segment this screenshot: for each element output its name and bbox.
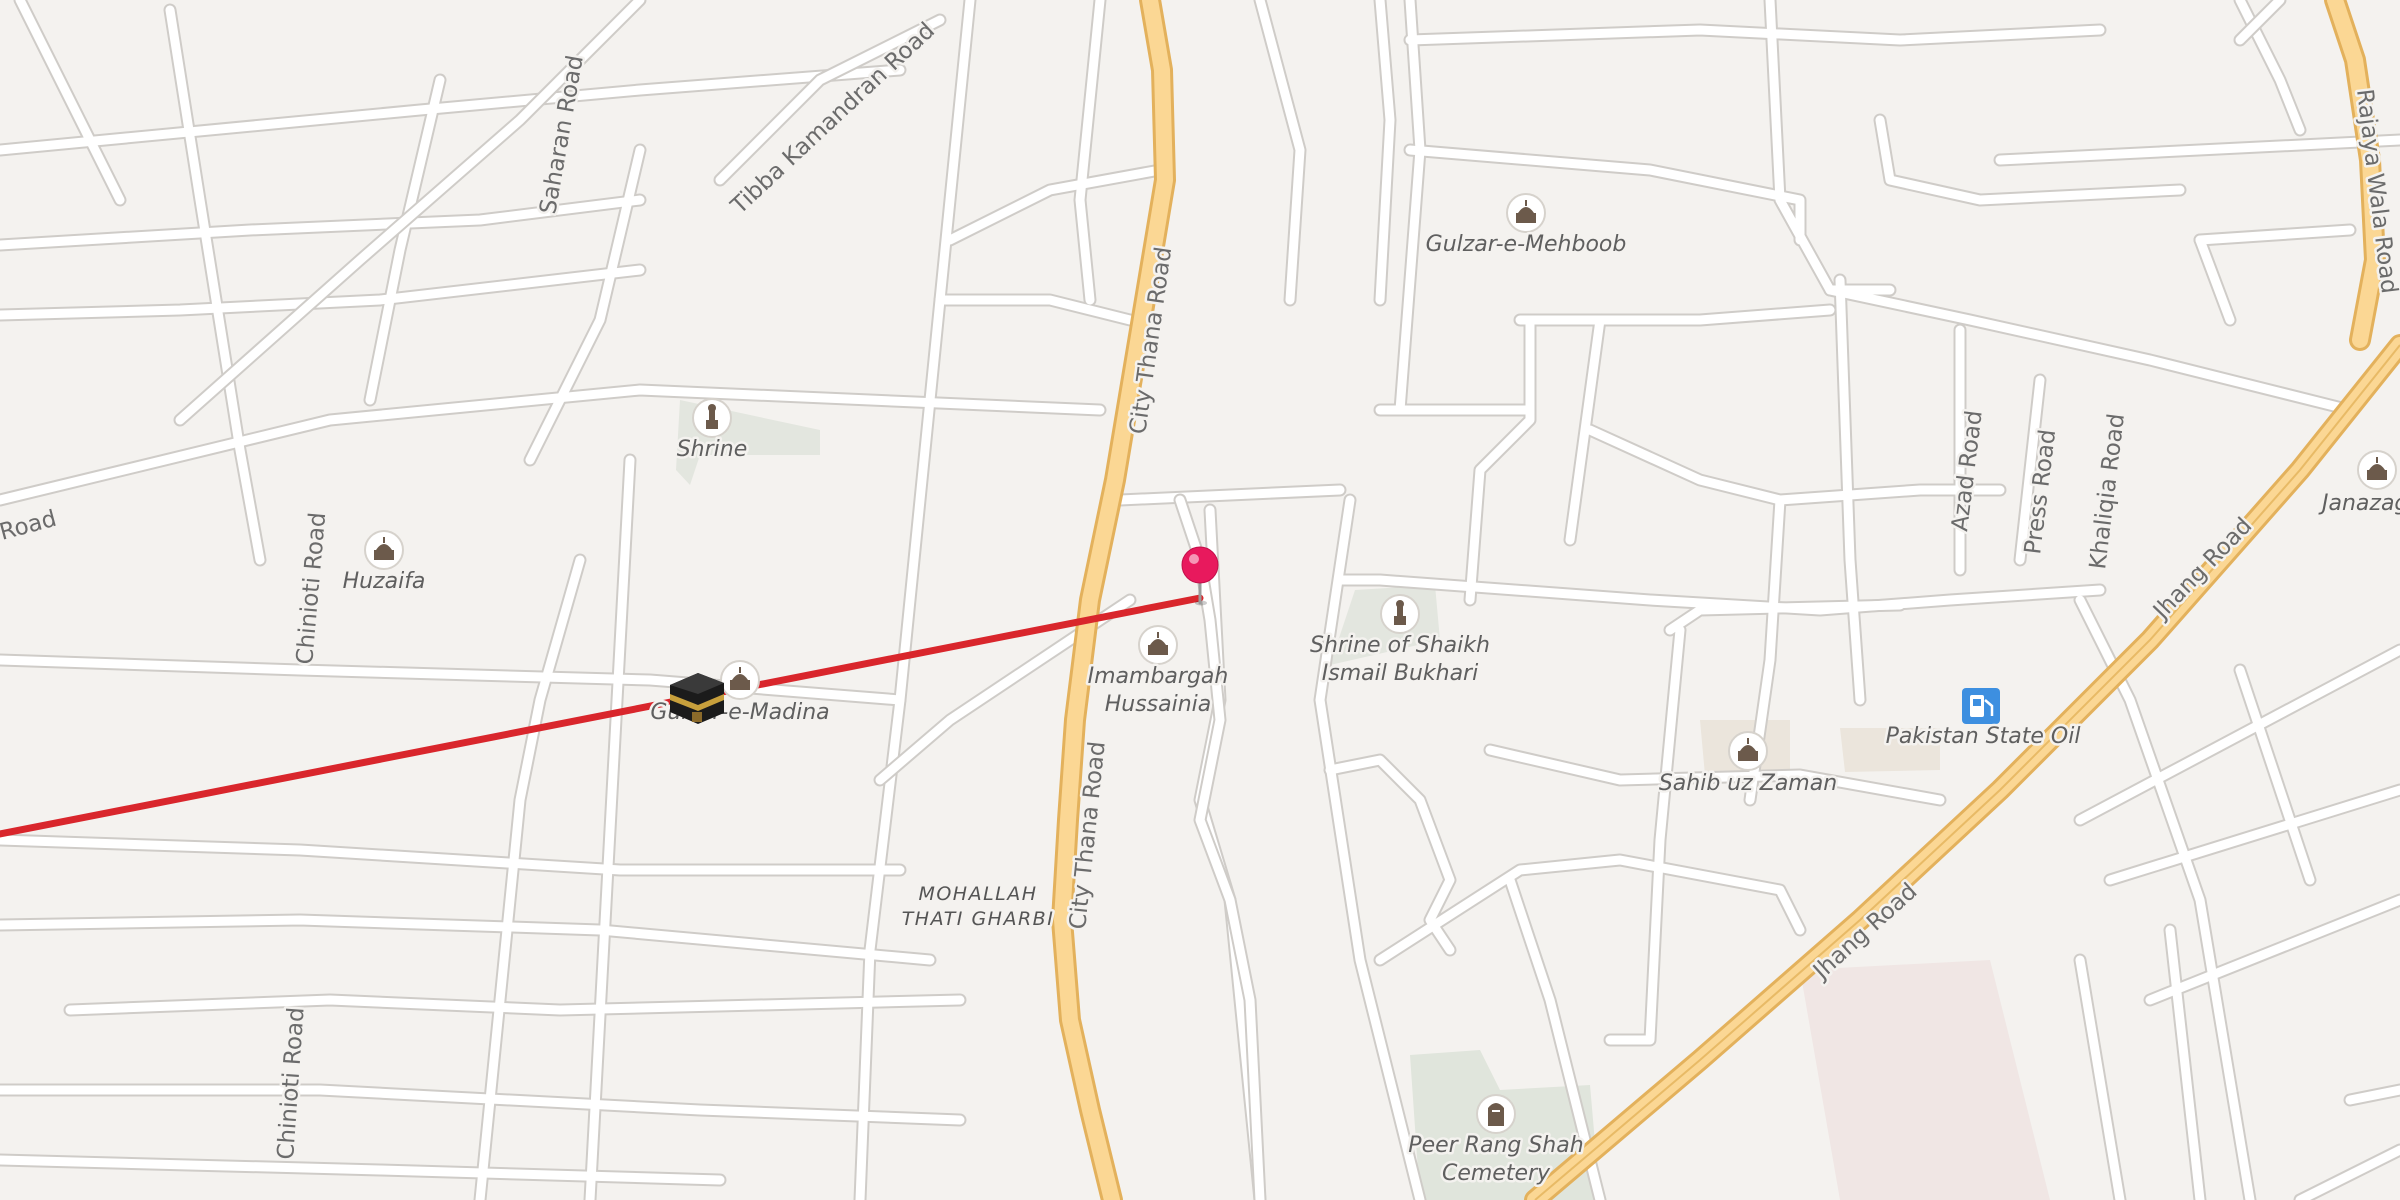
poi-label-line1: Shrine of Shaikh [1310, 633, 1490, 658]
rajaya-wala-road-label: Rajaya Wala Road [2351, 88, 2400, 296]
azad-road-label: Azad Road [1947, 409, 1988, 533]
poi-label: Shrine [677, 437, 748, 462]
poi-label: Sahib uz Zaman [1659, 771, 1837, 796]
poi-label: Janazag [2318, 491, 2400, 516]
poi-label-line2: Hussainia [1105, 692, 1212, 717]
cemetery-icon [1488, 1103, 1504, 1126]
map-view[interactable]: Saharan Road Tibba Kamandran Road City T… [0, 0, 2400, 1200]
poi-gulzar-e-mehboob[interactable]: Gulzar-e-Mehboob [1423, 193, 1629, 260]
left-road-fragment-label: Road [0, 506, 59, 546]
poi-huzaifa[interactable]: Huzaifa [340, 530, 428, 597]
poi-label: Huzaifa [343, 569, 426, 594]
poi-label-line2: Cemetery [1442, 1161, 1551, 1186]
chinioti-road-label-north: Chinioti Road [292, 511, 331, 665]
area-label-line1: MOHALLAH [918, 883, 1037, 905]
khaliqia-road-label: Khaliqia Road [2085, 412, 2130, 571]
area-label-mohallah-thati-gharbi: MOHALLAH THATI GHARBI [899, 881, 1055, 933]
jhang-road-label-north: Jhang Road [2147, 513, 2257, 626]
poi-label: Pakistan State Oil [1886, 724, 2081, 749]
poi-label-line1: Peer Rang Shah [1408, 1133, 1583, 1158]
tibba-kamandran-road-label: Tibba Kamandran Road [726, 18, 940, 220]
poi-sahib-uz-zaman[interactable]: Sahib uz Zaman [1656, 731, 1840, 799]
poi-label-line2: Ismail Bukhari [1322, 661, 1478, 686]
poi-label: Gulzar-e-Mehboob [1426, 232, 1627, 257]
poi-label-line1: Imambargah [1088, 664, 1229, 689]
pink-landuse-area [1800, 960, 2050, 1200]
map-canvas[interactable]: Saharan Road Tibba Kamandran Road City T… [0, 0, 2400, 1200]
qibla-direction-line [0, 594, 1204, 838]
chinioti-road-label-south: Chinioti Road [273, 1006, 310, 1160]
poi-janazagah[interactable]: Janazag [2316, 450, 2400, 519]
poi-pakistan-state-oil[interactable]: Pakistan State Oil [1883, 688, 2083, 752]
area-label-line2: THATI GHARBI [902, 908, 1055, 930]
saharan-road-label: Saharan Road [535, 53, 588, 216]
